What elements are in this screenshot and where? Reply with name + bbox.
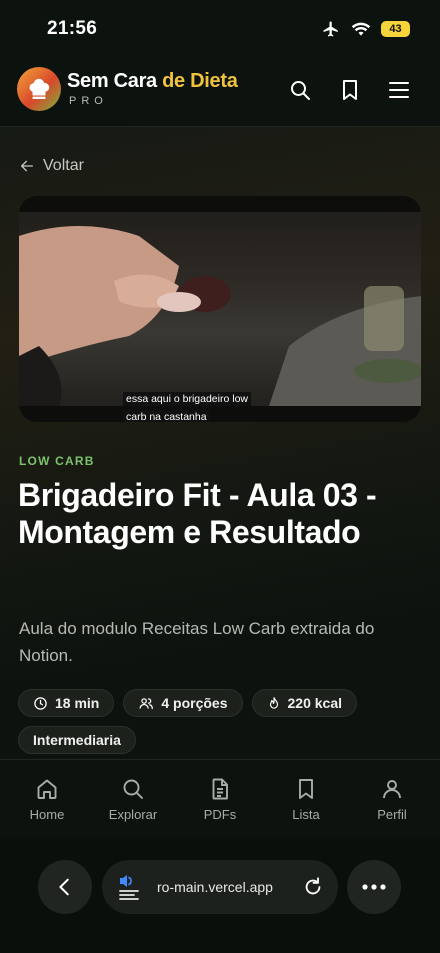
status-icons: 43 (321, 20, 410, 38)
search-icon[interactable] (288, 78, 312, 102)
nav-item-perfil[interactable]: Perfil (349, 777, 435, 822)
duration-chip: 18 min (18, 689, 115, 717)
wifi-icon (351, 22, 371, 36)
back-link[interactable]: Voltar (19, 157, 84, 175)
bookmark-icon (299, 779, 313, 799)
clock-icon (34, 696, 47, 710)
video-player[interactable]: essa aqui o brigadeiro low carb na casta… (19, 196, 421, 422)
browser-more-button[interactable] (347, 860, 401, 914)
bottom-navigation: Home Explorar PDFs Lista Perfil (0, 759, 440, 840)
menu-icon[interactable] (387, 78, 411, 102)
nav-item-explorar[interactable]: Explorar (90, 777, 176, 822)
reload-icon[interactable] (302, 876, 324, 898)
calories-chip: 220 kcal (251, 689, 357, 717)
nav-item-home[interactable]: Home (4, 777, 90, 822)
chevron-left-icon (59, 878, 69, 896)
battery-indicator: 43 (381, 21, 410, 37)
more-dots-icon (362, 884, 386, 890)
audio-playing-icon[interactable] (117, 872, 143, 900)
video-caption: essa aqui o brigadeiro low carb na casta… (123, 389, 251, 422)
nav-item-lista[interactable]: Lista (263, 777, 349, 822)
bookmark-icon[interactable] (338, 78, 362, 102)
browser-toolbar: ro-main.vercel.app (0, 839, 440, 953)
nav-item-pdfs[interactable]: PDFs (177, 777, 263, 822)
lesson-meta-chips: 18 min 4 porções 220 kcal Intermediaria (18, 689, 428, 754)
app-header: Sem Cara de Dieta PRO (0, 58, 440, 127)
search-icon (123, 779, 143, 799)
browser-back-button[interactable] (38, 860, 92, 914)
url-bar[interactable]: ro-main.vercel.app (102, 860, 338, 914)
portions-chip: 4 porções (123, 689, 243, 717)
status-bar: 21:56 43 (0, 0, 440, 58)
lesson-content: Voltar essa aqui o brigadeiro low carb n… (0, 127, 440, 759)
url-text: ro-main.vercel.app (157, 879, 273, 895)
chef-hat-logo-icon[interactable] (17, 67, 61, 111)
document-icon (212, 778, 228, 800)
home-icon (37, 779, 57, 799)
users-icon (139, 697, 154, 709)
lesson-title: Brigadeiro Fit - Aula 03 - Montagem e Re… (18, 477, 377, 550)
user-icon (383, 780, 401, 799)
lesson-description: Aula do modulo Receitas Low Carb extraid… (19, 619, 375, 665)
brand-sub: PRO (69, 95, 108, 107)
status-time: 21:56 (47, 18, 98, 39)
back-label: Voltar (43, 157, 84, 174)
airplane-icon (323, 21, 338, 37)
level-chip: Intermediaria (18, 726, 136, 754)
arrow-left-icon (21, 160, 33, 172)
category-tag: LOW CARB (19, 454, 95, 468)
flame-icon (269, 696, 278, 709)
brand-name[interactable]: Sem Cara de Dieta (67, 70, 238, 93)
